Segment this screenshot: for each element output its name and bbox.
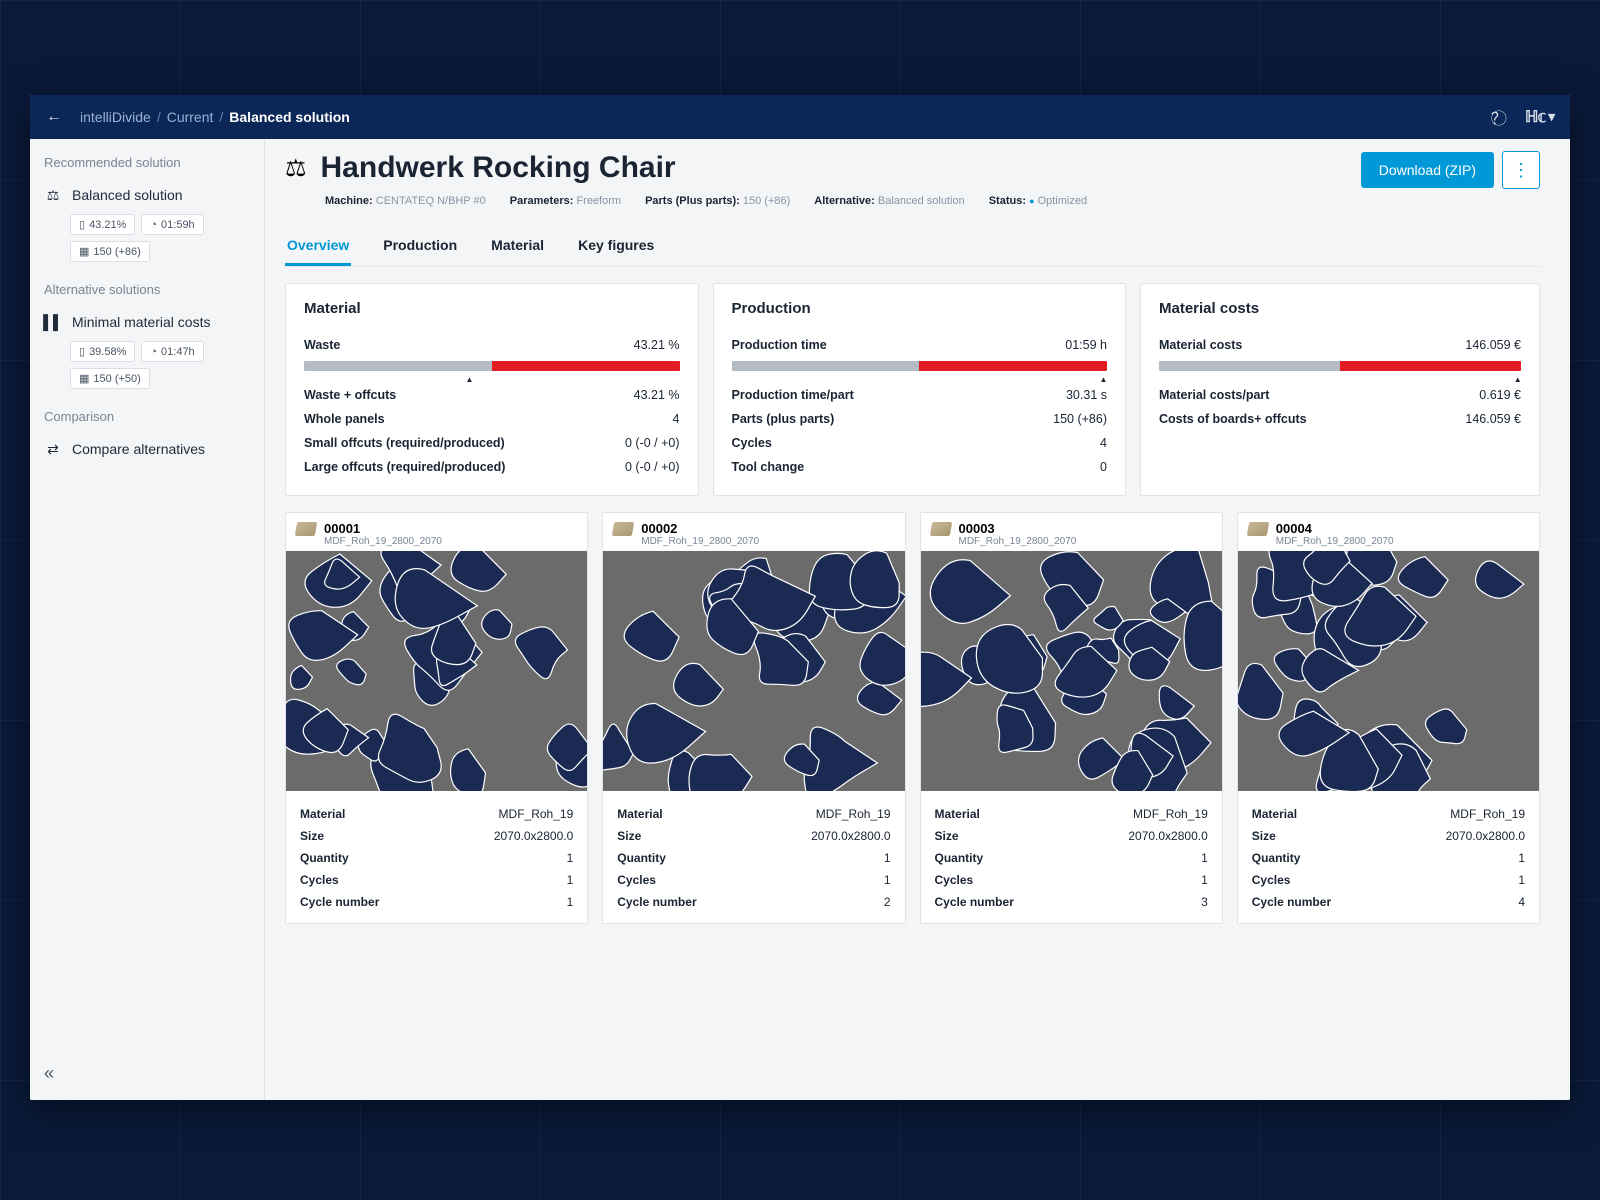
sidebar-item-minimal-costs[interactable]: ▌▌ Minimal material costs ▯39.58% ◔01:47…	[44, 313, 250, 389]
tab-key-figures[interactable]: Key figures	[576, 227, 656, 266]
download-zip-button[interactable]: Download (ZIP)	[1361, 152, 1494, 188]
sidebar-item-label: Compare alternatives	[72, 441, 205, 457]
topbar: ← intelliDivide / Current / Balanced sol…	[30, 95, 1570, 139]
sidebar-item-balanced[interactable]: ⚖ Balanced solution ▯43.21% ◔01:59h ▦150…	[44, 186, 250, 262]
tab-material[interactable]: Material	[489, 227, 546, 266]
costs-icon: ▌▌	[44, 313, 62, 331]
board-id: 00003	[959, 521, 995, 536]
sidebar-item-label: Balanced solution	[72, 187, 183, 203]
recommended-section-title: Recommended solution	[44, 155, 250, 170]
chip-parts: ▦150 (+86)	[70, 241, 150, 262]
chip-time: ◔01:59h	[141, 214, 203, 235]
board-code: MDF_Roh_19_2800_2070	[324, 536, 577, 547]
chip-waste: ▯43.21%	[70, 214, 135, 235]
tab-production[interactable]: Production	[381, 227, 459, 266]
nesting-preview	[603, 551, 904, 791]
card-material: Material Waste43.21 % Waste + offcuts43.…	[285, 283, 699, 496]
board-card[interactable]: 00001 MDF_Roh_19_2800_2070 MaterialMDF_R…	[285, 512, 588, 924]
board-card[interactable]: 00002 MDF_Roh_19_2800_2070 MaterialMDF_R…	[602, 512, 905, 924]
panel-icon	[295, 522, 317, 536]
waste-progress-bar	[304, 361, 680, 371]
breadcrumb-level1[interactable]: Current	[167, 109, 214, 125]
board-card[interactable]: 00003 MDF_Roh_19_2800_2070 MaterialMDF_R…	[920, 512, 1223, 924]
balance-icon: ⚖	[44, 186, 62, 204]
panel-icon	[612, 522, 634, 536]
meta-row: Machine: CENTATEQ N/BHP #0 Parameters: F…	[325, 195, 1087, 207]
board-id: 00002	[641, 521, 677, 536]
more-actions-button[interactable]: ⋮	[1502, 151, 1540, 189]
costs-progress-bar	[1159, 361, 1521, 371]
breadcrumb-app[interactable]: intelliDivide	[80, 109, 151, 125]
collapse-sidebar-icon[interactable]: «	[44, 1063, 250, 1084]
chip-waste: ▯39.58%	[70, 341, 135, 362]
board-code: MDF_Roh_19_2800_2070	[641, 536, 894, 547]
breadcrumb-current: Balanced solution	[229, 109, 350, 125]
alternative-section-title: Alternative solutions	[44, 282, 250, 297]
balance-icon: ⚖	[285, 154, 307, 183]
tab-overview[interactable]: Overview	[285, 227, 351, 266]
comparison-section-title: Comparison	[44, 409, 250, 424]
back-arrow-icon[interactable]: ←	[46, 108, 62, 126]
board-id: 00004	[1276, 521, 1312, 536]
panel-icon	[929, 522, 951, 536]
board-code: MDF_Roh_19_2800_2070	[1276, 536, 1529, 547]
nesting-preview	[286, 551, 587, 791]
tabs: Overview Production Material Key figures	[285, 227, 1540, 267]
panel-icon	[1247, 522, 1269, 536]
board-code: MDF_Roh_19_2800_2070	[959, 536, 1212, 547]
board-card[interactable]: 00004 MDF_Roh_19_2800_2070 MaterialMDF_R…	[1237, 512, 1540, 924]
sidebar-item-compare[interactable]: ⇄ Compare alternatives	[44, 440, 250, 458]
breadcrumb: intelliDivide / Current / Balanced solut…	[80, 109, 1491, 125]
compare-icon: ⇄	[44, 440, 62, 458]
nesting-preview	[921, 551, 1222, 791]
nesting-preview	[1238, 551, 1539, 791]
page-title: Handwerk Rocking Chair	[321, 151, 676, 185]
card-production: Production Production time01:59 h Produc…	[713, 283, 1127, 496]
chip-time: ◔01:47h	[141, 341, 203, 362]
chip-parts: ▦150 (+50)	[70, 368, 150, 389]
time-progress-bar	[732, 361, 1108, 371]
brand-logo[interactable]: ℍ𝕔▾	[1525, 107, 1554, 127]
sidebar: Recommended solution ⚖ Balanced solution…	[30, 139, 265, 1100]
card-material-costs: Material costs Material costs146.059 € M…	[1140, 283, 1540, 496]
sidebar-item-label: Minimal material costs	[72, 314, 210, 330]
board-id: 00001	[324, 521, 360, 536]
help-icon[interactable]: ？⃝	[1491, 105, 1507, 129]
